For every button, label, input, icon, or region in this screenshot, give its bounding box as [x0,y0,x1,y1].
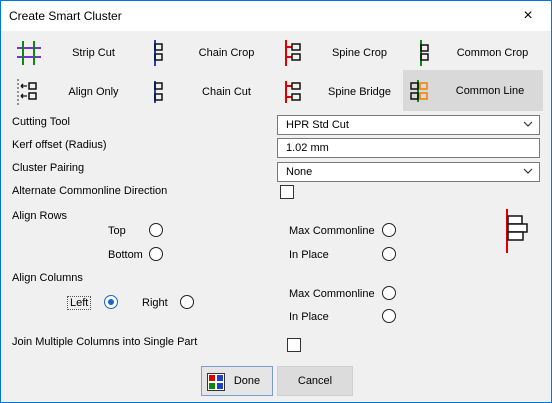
cluster-pairing-label: Cluster Pairing [12,162,85,174]
align-columns-left-label: Left [67,296,92,310]
spine-crop-icon [285,39,301,66]
align-columns-max-commonline-label: Max Commonline [289,288,375,300]
align-columns-label: Align Columns [12,272,83,284]
align-rows-bottom-label: Bottom [108,249,143,261]
cluster-pairing-select[interactable]: None [277,162,540,182]
cluster-type-toolbar: Strip Cut Chain Crop Spine Crop Common C… [10,32,543,111]
tool-label: Common Line [455,84,525,97]
done-label: Done [233,375,261,387]
align-columns-left-radio[interactable] [104,295,118,309]
tool-chain-crop[interactable]: Chain Crop [143,33,276,72]
tool-align-only[interactable]: Align Only [10,72,143,111]
alternate-commonline-label: Alternate Commonline Direction [12,185,168,197]
tool-label: Align Only [68,85,119,98]
cutting-tool-value: HPR Std Cut [286,119,349,131]
align-columns-in-place-label: In Place [289,311,329,323]
kerf-offset-input[interactable]: 1.02 mm [277,138,540,158]
cancel-label: Cancel [297,375,333,387]
align-rows-max-commonline-radio[interactable] [382,223,396,237]
common-line-preview-icon [506,209,528,253]
align-rows-top-label: Top [108,225,126,237]
chevron-down-icon [523,168,533,174]
join-columns-checkbox[interactable] [287,338,301,352]
tool-common-crop[interactable]: Common Crop [409,33,542,72]
tool-label: Spine Crop [331,46,388,59]
tool-label: Spine Bridge [328,85,391,98]
tool-label: Strip Cut [72,46,115,59]
title-bar: Create Smart Cluster × [1,1,551,31]
cutting-tool-select[interactable]: HPR Std Cut [277,115,540,135]
done-icon [207,373,225,391]
tool-spine-crop[interactable]: Spine Crop [276,33,409,72]
align-rows-in-place-radio[interactable] [382,247,396,261]
align-columns-max-commonline-radio[interactable] [382,286,396,300]
alternate-commonline-checkbox[interactable] [280,185,294,199]
spine-bridge-icon [285,80,301,103]
chain-cut-icon [154,80,163,103]
tool-label: Common Crop [456,46,529,59]
common-line-icon [410,79,428,102]
align-rows-max-commonline-label: Max Commonline [289,225,375,237]
kerf-offset-label: Kerf offset (Radius) [12,139,107,151]
align-columns-right-label: Right [142,297,168,309]
close-button[interactable]: × [505,1,551,31]
chain-crop-icon [154,39,163,66]
strip-cut-icon [17,40,41,65]
align-columns-right-radio[interactable] [180,295,194,309]
align-only-icon [17,78,37,105]
cutting-tool-label: Cutting Tool [12,116,70,128]
cancel-button[interactable]: Cancel [277,366,353,396]
align-rows-bottom-radio[interactable] [149,247,163,261]
join-columns-label: Join Multiple Columns into Single Part [12,336,198,348]
tool-label: Chain Cut [202,85,251,98]
tool-label: Chain Crop [198,46,255,59]
align-columns-in-place-radio[interactable] [382,309,396,323]
done-button[interactable]: Done [201,366,273,396]
cluster-pairing-value: None [286,166,313,178]
tool-spine-bridge[interactable]: Spine Bridge [276,72,409,111]
align-rows-label: Align Rows [12,210,68,222]
align-rows-top-radio[interactable] [149,223,163,237]
tool-common-line[interactable]: Common Line [403,70,543,111]
tool-strip-cut[interactable]: Strip Cut [10,33,143,72]
window-title: Create Smart Cluster [9,9,122,23]
chevron-down-icon [523,121,533,127]
kerf-offset-value: 1.02 mm [286,142,329,154]
tool-chain-cut[interactable]: Chain Cut [143,72,276,111]
align-rows-in-place-label: In Place [289,249,329,261]
dialog-window: Create Smart Cluster × Strip Cut Chain C… [0,0,552,403]
common-crop-icon [420,39,429,66]
